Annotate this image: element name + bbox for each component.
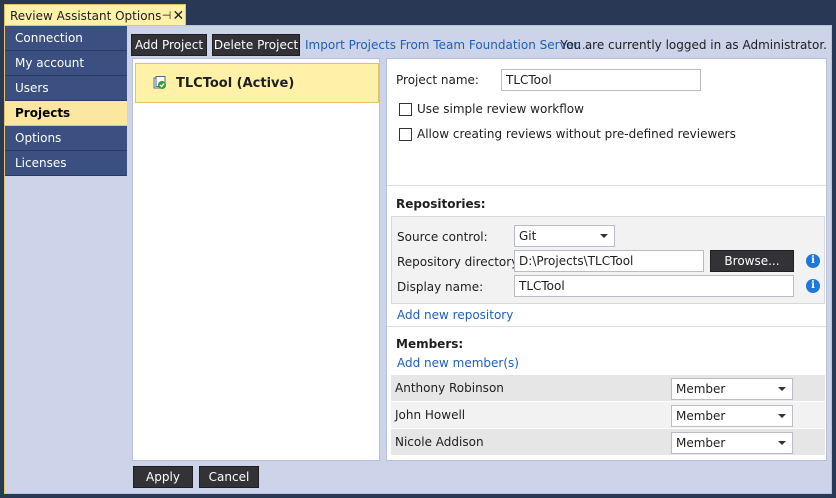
chevron-down-icon [778,387,786,391]
members-header: Members: [396,337,464,351]
pin-icon[interactable]: ⊣ [161,9,172,22]
project-name-text: TLCTool (Active) [176,75,295,91]
project-name-input[interactable]: TLCTool [501,69,701,91]
project-name-label: Project name: [396,73,479,87]
member-role-value: Member [676,436,726,450]
info-icon[interactable]: i [806,279,820,293]
add-member-link[interactable]: Add new member(s) [397,356,519,370]
sidebar-item-licenses[interactable]: Licenses [5,151,127,176]
tab-title: Review Assistant Options [10,8,162,23]
source-control-label: Source control: [397,230,488,244]
chevron-down-icon [778,441,786,445]
member-name: John Howell [395,408,466,422]
sidebar-item-users[interactable]: Users [5,76,127,101]
project-check-icon [152,75,168,91]
delete-project-button[interactable]: Delete Project [212,34,300,56]
options-tab[interactable]: Review Assistant Options ⊣ ✕ [4,4,186,26]
member-name: Nicole Addison [395,435,484,449]
table-row: Anthony Robinson Member [391,375,825,402]
sidebar-item-options[interactable]: Options [5,126,127,151]
allow-no-reviewers-label: Allow creating reviews without pre-defin… [417,127,736,141]
member-role-select[interactable]: Member [671,405,793,427]
chevron-down-icon [778,414,786,418]
member-name: Anthony Robinson [395,381,504,395]
divider [387,185,826,186]
simple-workflow-checkbox[interactable] [399,103,412,116]
members-table: Anthony Robinson Member John Howell Memb… [391,375,825,456]
table-row: John Howell Member [391,402,825,429]
divider [387,326,826,327]
add-project-button[interactable]: Add Project [131,34,207,56]
sidebar-item-my-account[interactable]: My account [5,51,127,76]
login-status-text: You are currently logged in as Administr… [560,38,827,52]
info-icon[interactable]: i [806,254,820,268]
close-icon[interactable]: ✕ [172,8,185,24]
source-control-value: Git [519,229,537,243]
projects-list: TLCTool (Active) [132,58,380,461]
footer-bar: Apply Cancel [131,464,827,492]
member-role-value: Member [676,382,726,396]
sidebar-item-projects[interactable]: Projects [5,101,127,126]
repository-directory-input[interactable]: D:\Projects\TLCTool [514,250,704,272]
project-details-panel: Project name: TLCTool Use simple review … [386,58,827,461]
import-projects-link[interactable]: Import Projects From Team Foundation Ser… [305,38,589,52]
allow-no-reviewers-checkbox[interactable] [399,128,412,141]
table-row: Nicole Addison Member [391,429,825,456]
sidebar-item-connection[interactable]: Connection [5,26,127,51]
member-role-value: Member [676,409,726,423]
repository-directory-label: Repository directory: [397,255,522,269]
apply-button[interactable]: Apply [133,466,193,488]
project-item[interactable]: TLCTool (Active) [135,63,379,103]
simple-workflow-label: Use simple review workflow [417,102,584,116]
source-control-select[interactable]: Git [514,225,615,247]
sidebar: Connection My account Users Projects Opt… [5,26,127,176]
repository-panel: Source control: Git Repository directory… [391,216,825,304]
toolbar: Add Project Delete Project Import Projec… [131,32,827,56]
add-repository-link[interactable]: Add new repository [397,308,513,322]
chevron-down-icon [600,234,608,238]
cancel-button[interactable]: Cancel [199,466,259,488]
display-name-input[interactable]: TLCTool [514,275,794,297]
member-role-select[interactable]: Member [671,432,793,454]
options-window: Connection My account Users Projects Opt… [4,25,832,494]
repositories-header: Repositories: [396,197,486,211]
member-role-select[interactable]: Member [671,378,793,400]
browse-button[interactable]: Browse... [710,250,794,272]
display-name-label: Display name: [397,280,484,294]
